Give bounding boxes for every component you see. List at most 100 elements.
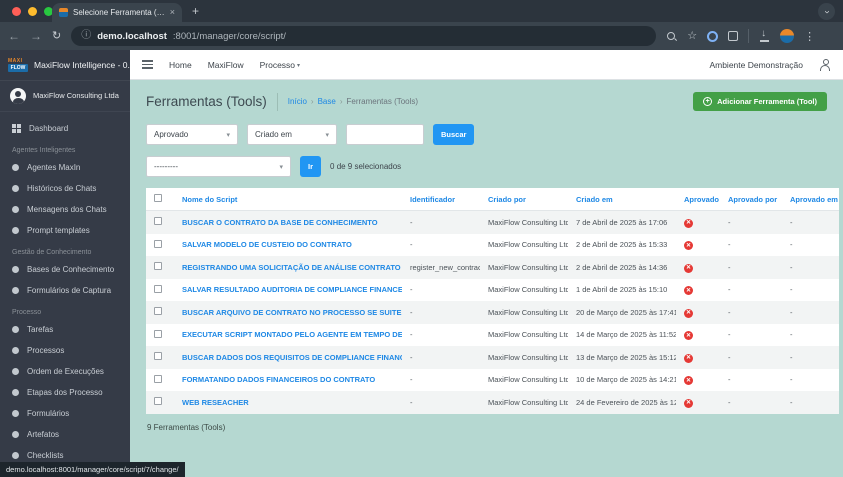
add-tool-button[interactable]: + Adicionar Ferramenta (Tool) xyxy=(693,92,827,111)
sidebar-item-mensagens-chats[interactable]: Mensagens dos Chats xyxy=(0,199,130,220)
script-link[interactable]: BUSCAR DADOS DOS REQUISITOS DE COMPLIANC… xyxy=(182,353,402,362)
sidebar-user[interactable]: MaxiFlow Consulting Ltda xyxy=(0,80,130,112)
column-header-created-at[interactable]: Criado em xyxy=(568,188,676,211)
hamburger-menu-icon[interactable] xyxy=(142,60,153,69)
row-checkbox[interactable] xyxy=(154,262,162,271)
not-approved-icon: ✕ xyxy=(684,308,693,318)
approved-by-cell: - xyxy=(728,240,731,250)
go-button[interactable]: Ir xyxy=(300,156,322,177)
sidebar-item-formularios-captura[interactable]: Formulários de Captura xyxy=(0,280,130,301)
row-checkbox[interactable] xyxy=(154,239,162,248)
tab-search-button[interactable]: › xyxy=(818,3,835,20)
created-at-cell: 7 de Abril de 2025 às 17:06 xyxy=(576,217,668,227)
page-title: Ferramentas (Tools) xyxy=(146,94,267,109)
zoom-icon[interactable] xyxy=(666,31,677,42)
breadcrumb-separator: › xyxy=(339,97,343,106)
row-checkbox[interactable] xyxy=(154,217,162,226)
script-link[interactable]: WEB RESEACHER xyxy=(182,398,249,407)
nav-item-home[interactable]: Home xyxy=(169,60,192,70)
row-checkbox[interactable] xyxy=(154,397,162,406)
row-checkbox[interactable] xyxy=(154,352,162,361)
extensions-icon[interactable] xyxy=(728,31,739,41)
table-row: BUSCAR DADOS DOS REQUISITOS DE COMPLIANC… xyxy=(146,346,839,369)
column-header-name[interactable]: Nome do Script xyxy=(174,188,402,211)
sidebar-item-label: Bases de Conhecimento xyxy=(27,265,115,274)
window-close-button[interactable] xyxy=(12,7,21,16)
sidebar-item-tarefas[interactable]: Tarefas xyxy=(0,319,130,340)
script-link[interactable]: FORMATANDO DADOS FINANCEIROS DO CONTRATO xyxy=(182,375,375,384)
breadcrumb-base[interactable]: Base xyxy=(318,97,336,106)
created-at-cell: 2 de Abril de 2025 às 15:33 xyxy=(576,240,668,250)
sidebar-item-prompt-templates[interactable]: Prompt templates xyxy=(0,220,130,241)
created-filter-select[interactable]: Criado em ▾ xyxy=(247,124,337,145)
row-checkbox[interactable] xyxy=(154,329,162,338)
browser-toolbar: ← → ↻ ⓘ demo.localhost:8001/manager/core… xyxy=(0,22,843,50)
profile-avatar[interactable] xyxy=(780,29,795,43)
script-link[interactable]: BUSCAR ARQUIVO DE CONTRATO NO PROCESSO S… xyxy=(182,308,401,317)
sidebar-item-dashboard[interactable]: Dashboard xyxy=(0,118,130,139)
sidebar-menu: Dashboard Agentes Inteligentes Agentes M… xyxy=(0,112,130,477)
address-bar[interactable]: ⓘ demo.localhost:8001/manager/core/scrip… xyxy=(71,26,657,46)
approved-filter-select[interactable]: Aprovado ▾ xyxy=(146,124,238,145)
approved-at-cell: - xyxy=(790,330,793,340)
sidebar-item-bases-conhecimento[interactable]: Bases de Conhecimento xyxy=(0,259,130,280)
column-header-identifier[interactable]: Identificador xyxy=(402,188,480,211)
downloads-icon[interactable] xyxy=(759,28,770,42)
row-checkbox[interactable] xyxy=(154,307,162,316)
approved-at-cell: - xyxy=(790,375,793,385)
approved-at-cell: - xyxy=(790,397,793,407)
forward-button[interactable]: → xyxy=(30,30,42,42)
identifier-cell: - xyxy=(410,330,413,340)
sidebar-item-etapas-processo[interactable]: Etapas dos Processo xyxy=(0,382,130,403)
table-row: SALVAR RESULTADO AUDITORIA DE COMPLIANCE… xyxy=(146,278,839,301)
created-by-cell: MaxiFlow Consulting Ltda xyxy=(488,262,568,272)
table-row: WEB RESEACHER - MaxiFlow Consulting Ltda… xyxy=(146,391,839,414)
column-header-approved[interactable]: Aprovado xyxy=(676,188,720,211)
bookmark-star-icon[interactable]: ☆ xyxy=(687,30,697,42)
script-link[interactable]: SALVAR MODELO DE CUSTEIO DO CONTRATO xyxy=(182,240,352,249)
sidebar-item-formularios[interactable]: Formulários xyxy=(0,403,130,424)
window-minimize-button[interactable] xyxy=(28,7,37,16)
new-tab-button[interactable]: + xyxy=(192,5,199,17)
identifier-cell: - xyxy=(410,397,413,407)
user-account-icon[interactable] xyxy=(819,59,831,71)
breadcrumb-separator: › xyxy=(310,97,314,106)
circle-icon xyxy=(12,185,19,192)
breadcrumb-inicio[interactable]: Início xyxy=(288,97,307,106)
column-header-approved-by[interactable]: Aprovado por xyxy=(720,188,782,211)
select-all-checkbox[interactable] xyxy=(154,194,162,202)
approved-by-cell: - xyxy=(728,352,731,362)
sidebar-item-processos[interactable]: Processos xyxy=(0,340,130,361)
script-link[interactable]: REGISTRANDO UMA SOLICITAÇÃO DE ANÁLISE C… xyxy=(182,263,401,272)
approved-at-cell: - xyxy=(790,307,793,317)
script-link[interactable]: BUSCAR O CONTRATO DA BASE DE CONHECIMENT… xyxy=(182,218,378,227)
circle-icon xyxy=(12,431,19,438)
browser-menu-icon[interactable]: ⋮ xyxy=(804,30,815,43)
script-link[interactable]: EXECUTAR SCRIPT MONTADO PELO AGENTE EM T… xyxy=(182,330,402,339)
nav-item-processo[interactable]: Processo ▾ xyxy=(260,60,300,70)
site-info-icon[interactable]: ⓘ xyxy=(81,31,91,41)
script-link[interactable]: SALVAR RESULTADO AUDITORIA DE COMPLIANCE… xyxy=(182,285,402,294)
sidebar-item-ordem-execucoes[interactable]: Ordem de Execuções xyxy=(0,361,130,382)
search-button[interactable]: Buscar xyxy=(433,124,475,145)
action-select[interactable]: --------- ▾ xyxy=(146,156,291,177)
sidebar-item-artefatos[interactable]: Artefatos xyxy=(0,424,130,445)
action-bar: --------- ▾ Ir 0 de 9 selecionados xyxy=(146,156,827,177)
tab-close-icon[interactable]: × xyxy=(170,8,175,17)
back-button[interactable]: ← xyxy=(8,30,20,42)
approved-by-cell: - xyxy=(728,262,731,272)
row-checkbox[interactable] xyxy=(154,374,162,383)
brand-bar[interactable]: MAXI FLOW MaxiFlow Intelligence - 0.5.0 xyxy=(0,50,130,80)
column-header-approved-at[interactable]: Aprovado em xyxy=(782,188,839,211)
password-extension-icon[interactable] xyxy=(707,30,719,42)
nav-item-maxiflow[interactable]: MaxiFlow xyxy=(208,60,244,70)
table-row: REGISTRANDO UMA SOLICITAÇÃO DE ANÁLISE C… xyxy=(146,256,839,279)
search-input[interactable] xyxy=(346,124,424,145)
reload-button[interactable]: ↻ xyxy=(52,30,61,42)
row-checkbox[interactable] xyxy=(154,284,162,293)
sidebar-section-conhecimento: Gestão de Conhecimento xyxy=(12,249,92,256)
sidebar-item-historicos-chats[interactable]: Históricos de Chats xyxy=(0,178,130,199)
sidebar-item-agentes-maxin[interactable]: Agentes MaxIn xyxy=(0,157,130,178)
browser-tab[interactable]: Selecione Ferramenta (Tool) p × xyxy=(52,3,182,22)
column-header-created-by[interactable]: Criado por xyxy=(480,188,568,211)
